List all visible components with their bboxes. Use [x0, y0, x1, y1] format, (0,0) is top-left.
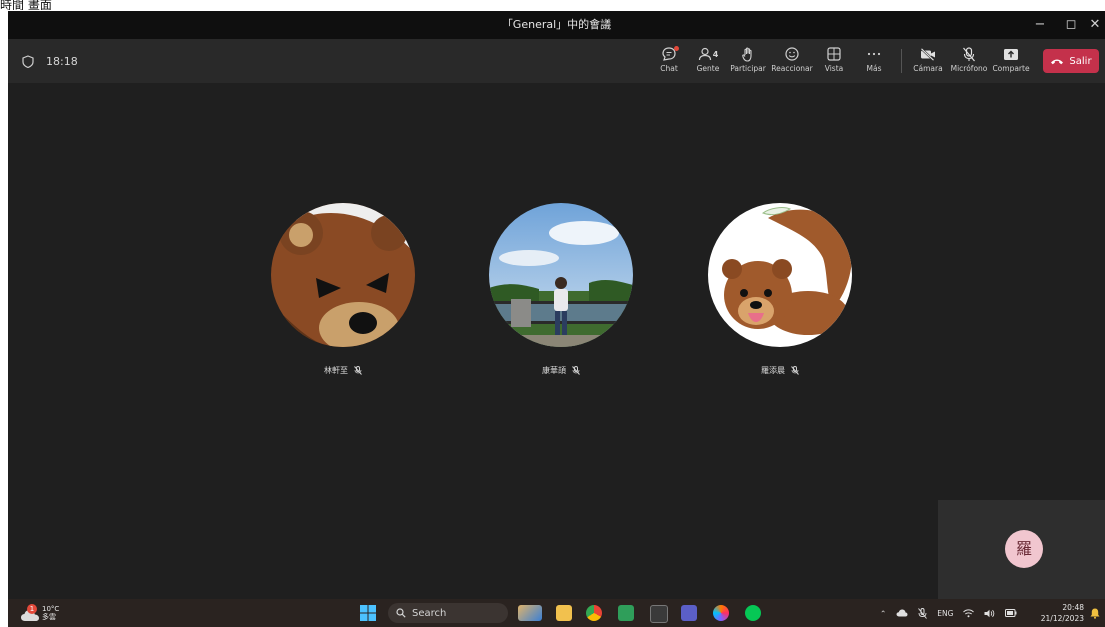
- epic-games-icon[interactable]: [650, 605, 668, 623]
- participant-tile[interactable]: 康華頡: [488, 203, 634, 376]
- participant-name-row: 羅添晨: [707, 365, 853, 376]
- weather-description: 多雲: [42, 613, 56, 621]
- people-icon: [698, 47, 711, 61]
- people-button[interactable]: 4 Gente: [696, 44, 720, 80]
- meeting-toolbar: 18:18 Chat 4 Gente Participar Reaccionar…: [8, 39, 1105, 83]
- file-explorer-icon[interactable]: [556, 605, 572, 621]
- wifi-icon[interactable]: [963, 608, 975, 618]
- notification-button[interactable]: [1090, 599, 1100, 627]
- timer-text: 18:18: [46, 54, 78, 68]
- outdoor-photo-avatar-image: [489, 203, 633, 347]
- search-placeholder: Search: [412, 607, 447, 619]
- weather-widget[interactable]: 1 10°C 多雲: [20, 599, 59, 627]
- participant-name: 羅添晨: [761, 366, 785, 375]
- more-button[interactable]: Más: [864, 44, 884, 80]
- weather-temperature: 10°C: [42, 605, 60, 613]
- windows-taskbar: 1 10°C 多雲 Search ⌃ ENG 20:48 21/12/2023: [8, 599, 1105, 627]
- self-avatar: 羅: [1005, 530, 1043, 568]
- onedrive-cloud-icon[interactable]: [896, 609, 908, 617]
- start-button[interactable]: [360, 599, 376, 627]
- camera-button[interactable]: Cámara: [912, 44, 944, 80]
- meeting-stage: 林軒至 康華頡 羅添晨 羅: [8, 83, 1105, 599]
- firefox-icon[interactable]: [713, 605, 729, 621]
- participant-avatar: [708, 203, 852, 347]
- mic-label: Micrófono: [950, 64, 988, 73]
- windows-logo-icon: [360, 605, 376, 621]
- chat-button[interactable]: Chat: [658, 44, 680, 80]
- raise-hand-label: Participar: [730, 64, 766, 73]
- photos-app-icon[interactable]: [618, 605, 634, 621]
- tray-overflow-chevron-icon[interactable]: ⌃: [880, 609, 886, 618]
- react-button[interactable]: Reaccionar: [771, 44, 813, 80]
- more-label: Más: [866, 64, 882, 73]
- mic-muted-icon: [572, 366, 580, 375]
- participant-name: 林軒至: [324, 366, 348, 375]
- raise-hand-button[interactable]: Participar: [730, 44, 766, 80]
- teams-mic-off-tray-icon[interactable]: [918, 607, 928, 619]
- system-tray: ⌃ ENG: [880, 599, 1017, 627]
- self-view-tile[interactable]: 羅: [938, 500, 1105, 599]
- search-icon: [396, 608, 406, 618]
- taskbar-search[interactable]: Search: [388, 603, 508, 623]
- participant-tile[interactable]: 林軒至: [270, 203, 416, 376]
- participant-avatar: [489, 203, 633, 347]
- screenshot-caption: 時間 畫面: [0, 0, 52, 10]
- share-screen-icon: [1004, 48, 1018, 60]
- window-title: 「General」中的會議: [501, 18, 612, 31]
- share-label: Comparte: [992, 64, 1030, 73]
- view-button[interactable]: Vista: [822, 44, 846, 80]
- shield-icon: [22, 54, 34, 68]
- share-button[interactable]: Comparte: [992, 44, 1030, 80]
- participant-name-row: 林軒至: [270, 365, 416, 376]
- bell-icon: [1090, 608, 1100, 619]
- participant-name-row: 康華頡: [488, 365, 634, 376]
- chat-label: Chat: [660, 64, 678, 73]
- chat-notification-dot: [674, 46, 679, 51]
- volume-icon[interactable]: [984, 609, 995, 618]
- camera-off-icon: [920, 47, 935, 61]
- camera-label: Cámara: [913, 64, 943, 73]
- grid-view-icon: [827, 47, 841, 61]
- line-app-icon[interactable]: [745, 605, 761, 621]
- minimize-button[interactable]: −: [1023, 11, 1057, 39]
- view-label: Vista: [824, 64, 844, 73]
- participant-name: 康華頡: [542, 366, 566, 375]
- meeting-timer: 18:18: [22, 39, 78, 83]
- chrome-icon[interactable]: [586, 605, 602, 621]
- mic-off-icon: [963, 46, 975, 61]
- leave-button[interactable]: Salir: [1043, 49, 1099, 73]
- battery-icon[interactable]: [1005, 609, 1017, 617]
- title-bar: 「General」中的會議 − ◻ ✕: [8, 11, 1105, 39]
- participant-avatar: [271, 203, 415, 347]
- widgets-app-icon[interactable]: [518, 605, 542, 621]
- mic-muted-icon: [354, 366, 362, 375]
- mic-button[interactable]: Micrófono: [951, 44, 987, 80]
- bear-avatar-image: [271, 203, 415, 347]
- more-icon: [867, 52, 881, 56]
- smile-icon: [785, 47, 799, 61]
- input-language[interactable]: ENG: [937, 609, 953, 618]
- hand-icon: [741, 47, 752, 62]
- hang-up-icon: [1051, 59, 1064, 65]
- people-label: Gente: [696, 64, 720, 73]
- mic-muted-icon: [791, 366, 799, 375]
- teams-meeting-window: 「General」中的會議 − ◻ ✕ 18:18 Chat 4 Gente P…: [8, 11, 1105, 627]
- participant-tile[interactable]: 羅添晨: [707, 203, 853, 376]
- react-label: Reaccionar: [771, 64, 813, 73]
- cartoon-bear-avatar-image: [708, 203, 852, 347]
- taskbar-clock[interactable]: 20:48 21/12/2023: [1038, 602, 1084, 624]
- clock-date: 21/12/2023: [1040, 614, 1084, 623]
- toolbar-divider: [901, 49, 902, 73]
- clock-time: 20:48: [1062, 603, 1084, 612]
- teams-app-icon[interactable]: [681, 605, 697, 621]
- people-count: 4: [712, 49, 719, 59]
- leave-label: Salir: [1069, 55, 1092, 67]
- weather-alert-badge: 1: [27, 604, 37, 614]
- close-button[interactable]: ✕: [1078, 11, 1105, 39]
